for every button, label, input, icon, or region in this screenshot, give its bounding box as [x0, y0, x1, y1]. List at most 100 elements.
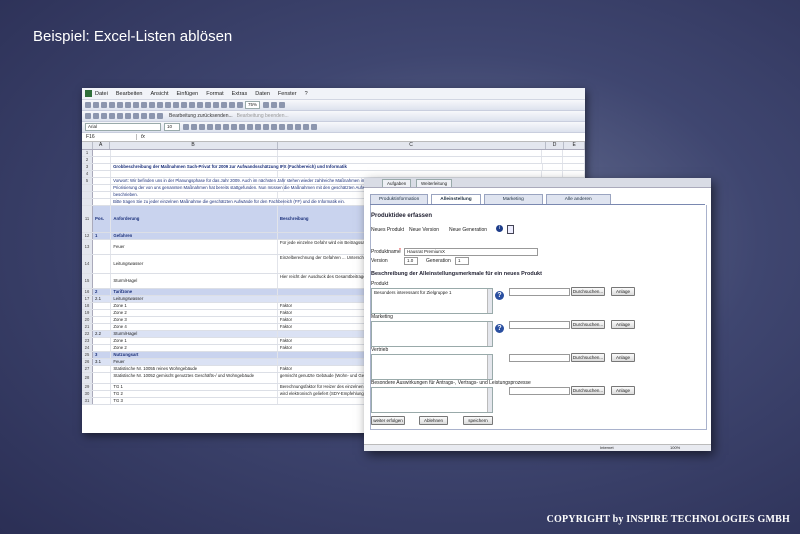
chart-icon[interactable]: [229, 102, 235, 108]
cell-a[interactable]: [93, 274, 112, 288]
field-marketing-file-input[interactable]: [509, 321, 570, 329]
cell-b[interactable]: Tarifzone: [111, 289, 278, 295]
review-icon-7[interactable]: [133, 113, 139, 119]
menu-fenster[interactable]: Fenster: [278, 91, 297, 97]
row-number[interactable]: 13: [82, 240, 93, 254]
font-color-icon[interactable]: [311, 124, 317, 130]
cell-d[interactable]: [542, 157, 563, 163]
cell-d[interactable]: [542, 171, 563, 177]
tab-alleinstellung[interactable]: Alleinstellung: [431, 194, 481, 204]
cell-c[interactable]: [284, 164, 544, 170]
info-icon[interactable]: i: [496, 225, 503, 232]
field-prozesse-browse-button[interactable]: Durchsuchen...: [571, 386, 605, 395]
autosum-icon[interactable]: [205, 102, 211, 108]
cell-a[interactable]: [93, 384, 112, 390]
permission-icon[interactable]: [109, 102, 115, 108]
redo-icon[interactable]: [189, 102, 195, 108]
review-icon-4[interactable]: [109, 113, 115, 119]
radio-new-product[interactable]: Neues Produkt: [371, 227, 404, 233]
menu-format[interactable]: Format: [206, 91, 223, 97]
menu-ansicht[interactable]: Ansicht: [150, 91, 168, 97]
cell-a[interactable]: 3.1: [93, 359, 112, 365]
font-size-up-icon[interactable]: [271, 102, 278, 108]
cell-b[interactable]: Gefahren: [111, 233, 278, 239]
new-icon[interactable]: [85, 102, 91, 108]
cut-icon[interactable]: [149, 102, 155, 108]
bold-icon[interactable]: [183, 124, 189, 130]
row-number[interactable]: 2: [82, 157, 93, 163]
cell-d[interactable]: [542, 150, 563, 156]
row-number[interactable]: 12: [82, 233, 93, 239]
cell-b[interactable]: Statistische Nr. 10052 gemischt genutzte…: [111, 373, 278, 383]
cell-b[interactable]: TG 3: [111, 398, 278, 404]
review-icon-6[interactable]: [125, 113, 131, 119]
format-painter-icon[interactable]: [173, 102, 179, 108]
row-number[interactable]: 14: [82, 255, 93, 273]
field-marketing-attach-button[interactable]: Anlage: [611, 320, 635, 329]
row-number[interactable]: 16: [82, 289, 93, 295]
zoom-select[interactable]: 75%: [245, 101, 261, 109]
column-header-d[interactable]: D: [546, 142, 565, 149]
cell-b[interactable]: Sturm/Hagel: [111, 331, 278, 337]
open-icon[interactable]: [93, 102, 99, 108]
row-number[interactable]: 22: [82, 331, 93, 337]
row-number[interactable]: 31: [82, 398, 93, 404]
document-icon[interactable]: [507, 225, 514, 234]
row-number[interactable]: 26: [82, 359, 93, 365]
menu-daten[interactable]: Daten: [255, 91, 270, 97]
row-number[interactable]: 5: [82, 178, 93, 184]
column-header-e[interactable]: E: [564, 142, 585, 149]
hyperlink-icon[interactable]: [197, 102, 203, 108]
cell-b[interactable]: [111, 150, 278, 156]
align-right-icon[interactable]: [223, 124, 229, 130]
copy-icon[interactable]: [157, 102, 163, 108]
fill-color-icon[interactable]: [303, 124, 309, 130]
cell-a[interactable]: 2.1: [93, 296, 112, 302]
cell-a[interactable]: [93, 366, 112, 372]
field-produkt-attach-button[interactable]: Anlage: [611, 287, 635, 296]
row-number[interactable]: 27: [82, 366, 93, 372]
review-icon-10[interactable]: [157, 113, 163, 119]
row-number[interactable]: [82, 192, 93, 198]
menu-datei[interactable]: Datei: [95, 91, 108, 97]
column-header-c[interactable]: C: [278, 142, 546, 149]
cell-e[interactable]: [563, 157, 585, 163]
spellcheck-icon[interactable]: [141, 102, 147, 108]
menu-einfuegen[interactable]: Einfügen: [177, 91, 199, 97]
generation-input[interactable]: 1: [455, 257, 469, 265]
row-number[interactable]: 15: [82, 274, 93, 288]
tab-produktinformation[interactable]: Produktinformation: [370, 194, 429, 204]
field-prozesse-file-input[interactable]: [509, 387, 570, 395]
cell-a[interactable]: [93, 199, 112, 205]
help-marketing-icon[interactable]: ?: [495, 324, 504, 333]
row-number[interactable]: 19: [82, 310, 93, 316]
menu-help[interactable]: ?: [305, 91, 308, 97]
cell-b[interactable]: beschrieben.: [111, 192, 278, 198]
cell-b[interactable]: Zone 3: [111, 317, 278, 323]
field-produkt-file-input[interactable]: [509, 288, 570, 296]
field-prozesse-attach-button[interactable]: Anlage: [611, 386, 635, 395]
cell-e[interactable]: [563, 171, 585, 177]
font-size-select[interactable]: 10: [164, 123, 180, 131]
save-button[interactable]: speichern: [463, 416, 493, 425]
help-produkt-icon[interactable]: ?: [495, 291, 504, 300]
field-vertrieb-textarea[interactable]: [371, 354, 493, 380]
review-icon-9[interactable]: [149, 113, 155, 119]
thousands-icon[interactable]: [255, 124, 261, 130]
column-header-b[interactable]: B: [110, 142, 278, 149]
cell-a[interactable]: [93, 178, 112, 184]
reject-button[interactable]: Ablehnen: [419, 416, 448, 425]
end-review-button[interactable]: Bearbeitung beenden...: [237, 113, 289, 119]
undo-icon[interactable]: [181, 102, 187, 108]
cell-b[interactable]: [111, 171, 278, 177]
preview-icon[interactable]: [133, 102, 139, 108]
mail-icon[interactable]: [117, 102, 123, 108]
review-icon-3[interactable]: [101, 113, 107, 119]
cell-c[interactable]: [278, 157, 543, 163]
cell-a[interactable]: [93, 255, 112, 273]
field-vertrieb-attach-button[interactable]: Anlage: [611, 353, 635, 362]
name-box[interactable]: F16: [82, 134, 137, 140]
cell-b[interactable]: Zone 1: [111, 338, 278, 344]
increase-indent-icon[interactable]: [287, 124, 293, 130]
help-icon[interactable]: [263, 102, 270, 108]
